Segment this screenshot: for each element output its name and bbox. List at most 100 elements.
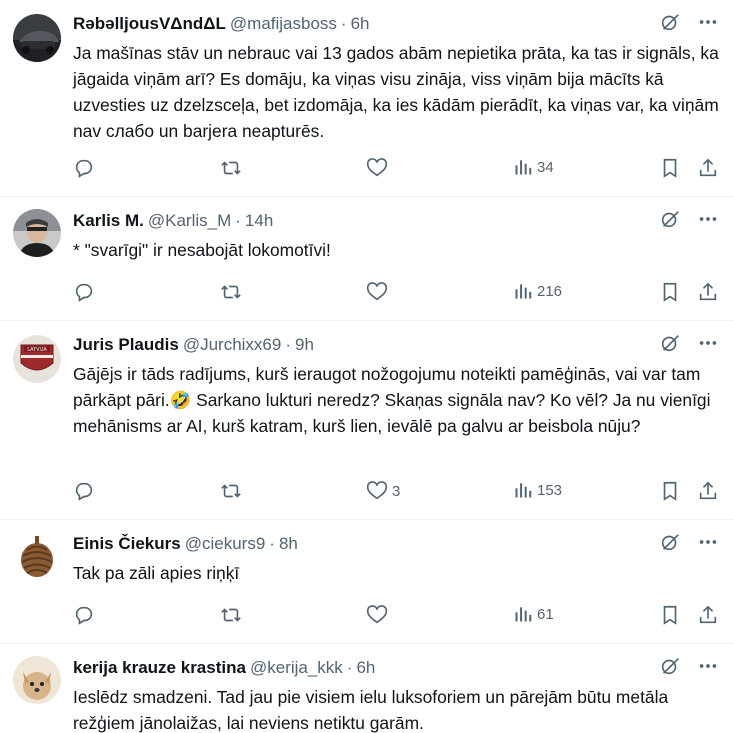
reply-icon [75,482,93,501]
separator-dot: · [235,211,241,230]
avatar[interactable] [13,209,61,257]
separator-dot: · [269,534,275,553]
tweet[interactable]: Karlis M. @Karlis_M · 14h * "svarīgi" ir ne… [0,197,734,320]
action-bar: 61 [73,604,723,628]
tweet[interactable]: kerija krauze krastina @kerija_kkk · 6h Ies… [0,644,734,733]
action-bar: 34 [73,157,723,181]
retweet-icon [221,161,241,175]
views-button[interactable]: 61 [513,604,554,624]
share-button[interactable] [697,604,719,626]
avatar-lettering: LATVIJA [27,347,47,353]
like-icon [366,605,388,624]
retweet-icon [221,285,241,299]
tweet-text: Ieslēdz smadzeni. Tad jau pie visiem iel… [73,687,669,733]
view-count: 61 [537,605,554,623]
separator-dot: · [285,335,292,354]
bookmark-button[interactable] [659,157,681,179]
timestamp[interactable]: 8h [279,534,298,553]
avatar[interactable] [13,532,61,580]
user-handle[interactable]: @kerija_kkk [250,658,343,677]
share-button[interactable] [697,157,719,179]
view-count: 34 [537,158,554,176]
bookmark-button[interactable] [659,281,681,303]
user-handle[interactable]: @Karlis_M [148,211,231,230]
reply-icon [75,159,93,178]
view-count: 153 [537,481,563,499]
tweet-header: Karlis M. @Karlis_M · 14h [73,210,273,232]
bookmark-button[interactable] [659,480,681,502]
user-handle[interactable]: @Jurchixx69 [183,335,282,354]
like-button[interactable] [366,157,392,179]
share-button[interactable] [697,480,719,502]
retweet-icon [221,608,241,622]
like-button[interactable] [366,604,392,626]
views-button[interactable]: 153 [513,480,562,500]
retweet-button[interactable] [219,480,243,502]
retweet-button[interactable] [219,157,243,179]
avatar[interactable] [13,14,61,62]
reply-button[interactable] [73,604,95,626]
header-icons [658,207,720,231]
action-bar: 3 153 [73,480,723,504]
user-handle[interactable]: @ciekurs9 [185,534,266,553]
reply-button[interactable] [73,480,95,502]
separator-dot: · [340,14,347,33]
more-icon[interactable] [696,654,720,678]
tweet-header: RəbəlljousVΔndΔL @mafijasboss · 6h [73,13,370,35]
timestamp[interactable]: 6h [356,658,375,677]
avatar[interactable] [13,656,61,704]
display-name[interactable]: RəbəlljousVΔndΔL [73,14,226,33]
grok-icon[interactable] [658,654,682,678]
action-bar: 216 [73,281,723,305]
grok-icon[interactable] [658,10,682,34]
bookmark-icon [663,481,677,501]
display-name[interactable]: Karlis M. [73,211,144,230]
like-button[interactable] [366,281,392,303]
reply-button[interactable] [73,281,95,303]
more-icon[interactable] [696,10,720,34]
retweet-icon [221,484,241,498]
separator-dot: · [346,658,353,677]
views-icon [515,160,532,175]
more-icon[interactable] [696,331,720,355]
views-icon [515,607,532,622]
views-icon [515,284,532,299]
avatar[interactable]: LATVIJA [13,335,61,383]
tweet-header: Einis Čiekurs @ciekurs9 · 8h [73,533,298,555]
display-name[interactable]: Einis Čiekurs [73,534,181,553]
like-icon [366,481,388,500]
header-icons [658,654,720,678]
tweet-header: kerija krauze krastina @kerija_kkk · 6h [73,657,375,679]
retweet-button[interactable] [219,604,243,626]
header-icons [658,530,720,554]
tweet[interactable]: RəbəlljousVΔndΔL @mafijasboss · 6h Ja mašīn… [0,0,734,196]
timestamp[interactable]: 14h [245,211,273,230]
grok-icon[interactable] [658,207,682,231]
share-button[interactable] [697,281,719,303]
tweet-text: Ja mašīnas stāv un nebrauc vai 13 gados … [73,43,719,141]
views-button[interactable]: 216 [513,281,562,301]
like-icon [366,282,388,301]
user-handle[interactable]: @mafijasboss [230,14,337,33]
tweet[interactable]: LATVIJA Juris Plaudis @Jurchixx69 · 9h Gājē… [0,321,734,519]
reply-icon [75,606,93,625]
tweet[interactable]: Einis Čiekurs @ciekurs9 · 8h Tak pa zāli ap… [0,520,734,643]
bookmark-icon [663,605,677,625]
timestamp[interactable]: 9h [295,335,314,354]
retweet-button[interactable] [219,281,243,303]
like-button[interactable]: 3 [366,480,400,502]
more-icon[interactable] [696,530,720,554]
display-name[interactable]: kerija krauze krastina [73,658,246,677]
reply-button[interactable] [73,157,95,179]
bookmark-button[interactable] [659,604,681,626]
display-name[interactable]: Juris Plaudis [73,335,179,354]
timestamp[interactable]: 6h [351,14,370,33]
more-icon[interactable] [696,207,720,231]
grok-icon[interactable] [658,331,682,355]
share-icon [699,605,717,624]
tweet-text: Tak pa zāli apies riņķī [73,563,240,583]
tweet-text: Gājējs ir tāds radījums, kurš ieraugot n… [73,364,711,436]
views-button[interactable]: 34 [513,157,554,177]
grok-icon[interactable] [658,530,682,554]
view-count: 216 [537,282,563,300]
